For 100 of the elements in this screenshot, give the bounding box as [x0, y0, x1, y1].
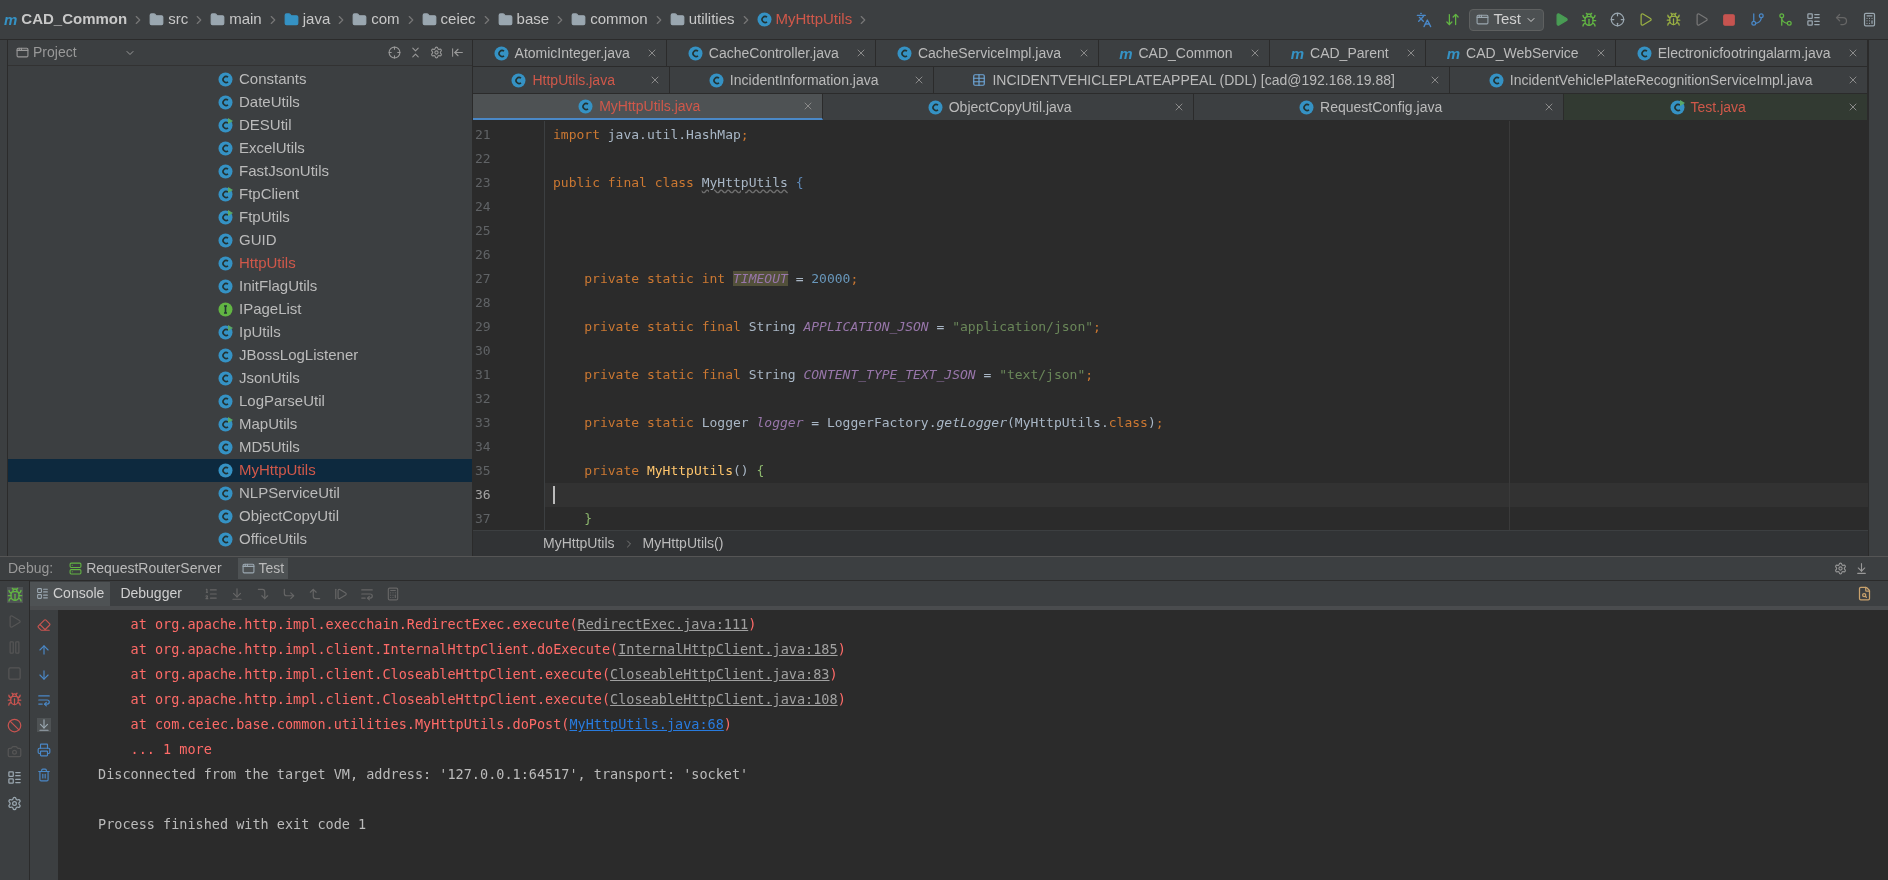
tree-item[interactable]: InitFlagUtils — [8, 275, 472, 298]
line-number: 36 — [475, 486, 491, 505]
breadcrumb-item[interactable]: common — [571, 8, 666, 31]
wrap-icon[interactable] — [37, 693, 51, 707]
class-icon — [927, 99, 943, 115]
tree-item[interactable]: ExcelUtils — [8, 137, 472, 160]
close-icon[interactable] — [1847, 101, 1859, 113]
tree-item[interactable]: MD5Utils — [8, 436, 472, 459]
class-icon — [218, 95, 233, 110]
bug-icon[interactable] — [7, 692, 22, 707]
tree-item[interactable]: DESUtil — [8, 114, 472, 137]
folder-icon — [210, 12, 226, 27]
debug-tab[interactable]: Console — [30, 581, 111, 606]
source-link[interactable]: CloseableHttpClient.java:83 — [610, 666, 830, 683]
project-view-dropdown[interactable]: Project — [16, 42, 136, 63]
breadcrumb-item[interactable]: src — [149, 8, 207, 31]
tree-item[interactable]: JsonUtils — [8, 367, 472, 390]
source-link[interactable]: MyHttpUtils.java:68 — [569, 716, 724, 733]
down-icon[interactable] — [37, 668, 51, 682]
tree-item[interactable]: FastJsonUtils — [8, 160, 472, 183]
code-line: private static final String CONTENT_TYPE_TEXT_JSON = "text/json"; — [583, 366, 1094, 385]
tab-label: IncidentVehiclePlateRecognitionServiceImpl.java — [1509, 70, 1813, 90]
settings-icon[interactable] — [7, 796, 22, 811]
line-number: 26 — [475, 246, 491, 265]
line-number: 22 — [475, 150, 491, 169]
text-cursor — [553, 486, 555, 504]
source-link[interactable]: InternalHttpClient.java:185 — [618, 641, 838, 658]
run-config-dropdown[interactable]: Test — [1469, 8, 1544, 31]
breadcrumb-item[interactable]: MyHttpUtils() — [642, 533, 724, 554]
tree-item[interactable]: FtpClient — [8, 183, 472, 206]
code-line: private static final String APPLICATION_JSON = "application/json"; — [583, 318, 1101, 337]
tree-item[interactable]: Constants — [8, 68, 472, 91]
folder-icon — [571, 12, 587, 27]
editor-tab[interactable]: AtomicInteger.java — [473, 40, 668, 66]
tab-label: Electronicfootringalarm.java — [1657, 43, 1831, 63]
breadcrumb-item[interactable]: main — [210, 8, 280, 31]
editor-tab[interactable]: m CAD_Parent — [1270, 40, 1427, 66]
settings-icon[interactable] — [1834, 562, 1847, 575]
code-line: private static Logger logger = LoggerFactory.getLogger(MyHttpUtils.class); — [583, 414, 1164, 433]
tree-item[interactable]: LogParseUtil — [8, 390, 472, 413]
module-icon: m — [1119, 45, 1133, 61]
settings-icon[interactable] — [430, 46, 443, 59]
breadcrumb-item[interactable]: m CAD_Common — [4, 8, 146, 31]
class-icon — [218, 141, 233, 156]
up-icon[interactable] — [37, 643, 51, 657]
tree-item[interactable]: IPageList — [8, 298, 472, 321]
class-icon — [578, 98, 594, 114]
class-icon — [1669, 99, 1685, 115]
source-link[interactable]: CloseableHttpClient.java:108 — [610, 691, 838, 708]
layout-icon[interactable] — [7, 770, 22, 785]
window-icon — [1476, 13, 1490, 26]
debug-tab[interactable]: Debugger — [114, 581, 188, 606]
tree-item[interactable]: MapUtils — [8, 413, 472, 436]
locate-icon[interactable] — [388, 46, 401, 59]
breadcrumb-item[interactable]: base — [497, 8, 568, 31]
trash-icon[interactable] — [37, 768, 51, 782]
editor-tab[interactable]: m CAD_WebService — [1426, 40, 1617, 66]
class-icon — [218, 210, 233, 225]
line-number: 31 — [475, 366, 491, 385]
table-icon — [972, 73, 987, 87]
source-link[interactable]: RedirectExec.java:111 — [577, 616, 749, 633]
tab-label: AtomicInteger.java — [514, 43, 630, 63]
breadcrumb-item[interactable]: com — [352, 8, 418, 31]
tree-item[interactable]: JBossLogListener — [8, 344, 472, 367]
editor-tab[interactable]: INCIDENTVEHICLEPLATEAPPEAL (DDL) [cad@192.168.19.88] — [933, 67, 1451, 93]
collapse-icon[interactable] — [409, 46, 422, 59]
stack-trace-line: at org.apache.http.impl.client.CloseableHttpClient.execute(CloseableHttpClient.java:83) — [129, 665, 838, 685]
folder-icon — [421, 12, 437, 27]
stack-trace-line: at org.apache.http.impl.client.InternalHttpClient.doExecute(InternalHttpClient.java:185) — [129, 640, 846, 660]
editor-tab[interactable]: IncidentInformation.java — [670, 67, 934, 93]
print-icon[interactable] — [37, 743, 51, 757]
tree-item[interactable]: NLPServiceUtil — [8, 482, 472, 505]
tree-item[interactable]: GUID — [8, 229, 472, 252]
session-tab[interactable]: Test — [237, 558, 289, 579]
editor-tab[interactable]: CacheServiceImpl.java — [876, 40, 1099, 66]
tree-item[interactable]: FtpUtils — [8, 206, 472, 229]
class-icon — [218, 348, 233, 363]
tree-item[interactable]: ObjectCopyUtil — [8, 505, 472, 528]
editor-tab[interactable]: CacheController.java — [667, 40, 877, 66]
search-icon[interactable] — [1857, 586, 1872, 601]
breadcrumb-item[interactable]: java — [283, 8, 349, 31]
tree-item[interactable]: IpUtils — [8, 321, 472, 344]
tree-item[interactable]: DateUtils — [8, 91, 472, 114]
editor-tab[interactable]: Test.java — [1564, 94, 1868, 120]
line-number: 37 — [475, 510, 491, 529]
class-icon — [218, 256, 233, 271]
class-icon — [218, 325, 233, 340]
bug-icon[interactable] — [6, 587, 23, 603]
line-number: 34 — [475, 438, 491, 457]
session-tab[interactable]: RequestRouterServer — [65, 558, 226, 579]
eraser-icon[interactable] — [37, 618, 51, 632]
breadcrumb-item[interactable]: MyHttpUtils — [543, 533, 615, 554]
tree-item[interactable]: MyHttpUtils — [8, 459, 472, 482]
editor-tab[interactable]: ObjectCopyUtil.java — [822, 94, 1194, 120]
breadcrumb-item[interactable]: ceiec — [421, 8, 494, 31]
editor-tab[interactable]: m CAD_Common — [1098, 40, 1271, 66]
tab-label: IncidentInformation.java — [729, 70, 879, 90]
tree-item[interactable]: OfficeUtils — [8, 528, 472, 551]
breadcrumb-item[interactable]: utilities — [669, 8, 753, 31]
class-icon — [218, 417, 233, 432]
